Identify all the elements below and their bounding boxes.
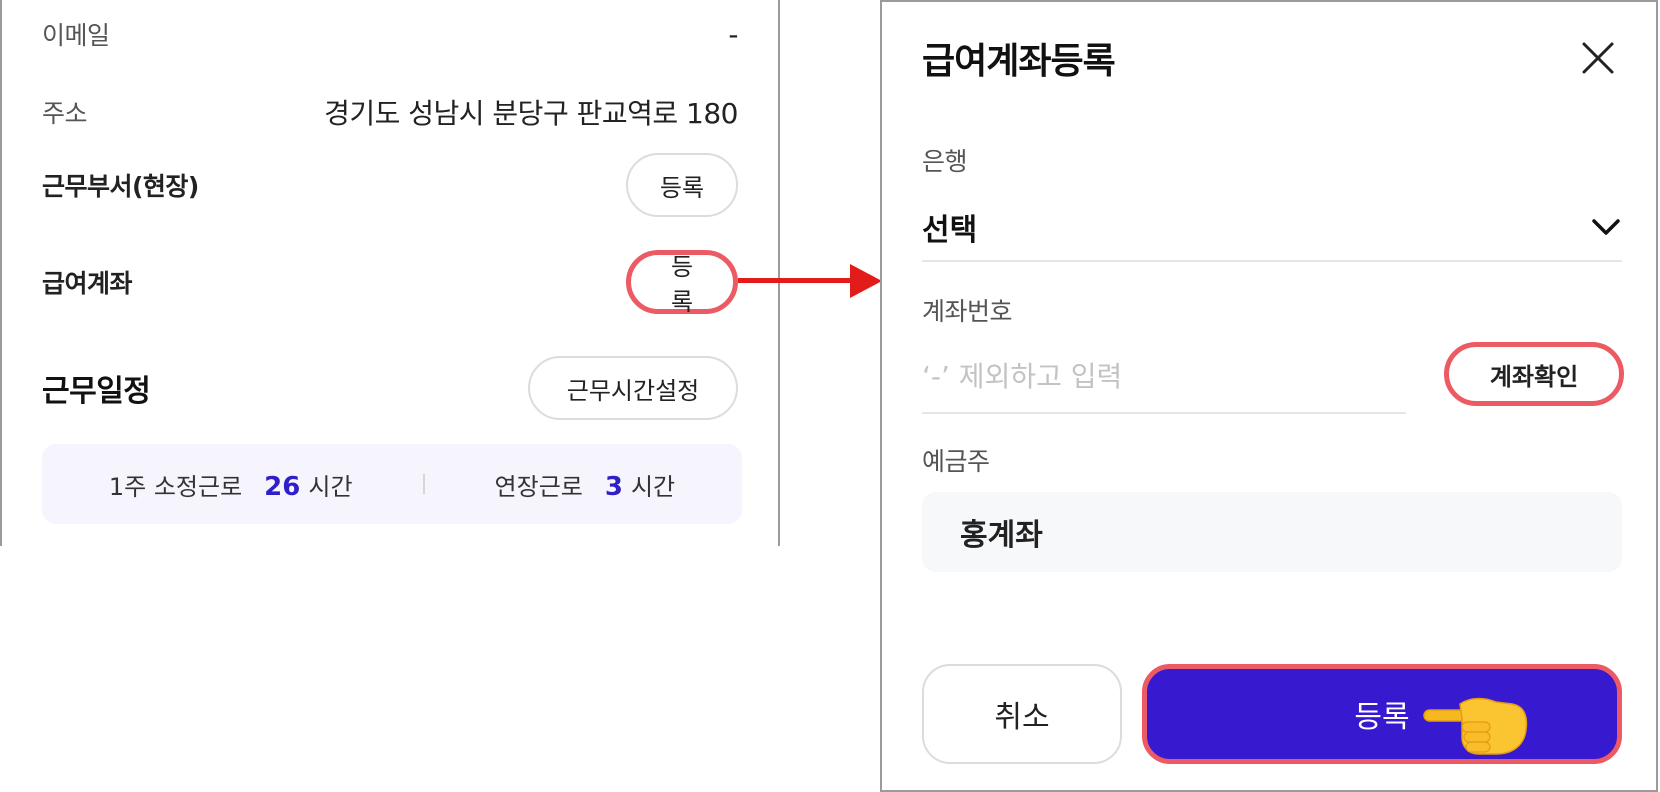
address-value: 경기도 성남시 분당구 판교역로 180 [324,97,738,130]
bank-label: 은행 [922,147,968,176]
cancel-button[interactable]: 취소 [922,664,1122,764]
account-number-input[interactable] [922,340,1406,414]
department-label: 근무부서(현장) [42,172,199,201]
modal-title: 급여계좌등록 [922,41,1116,82]
email-row: 이메일 - [42,14,738,54]
account-holder-field: 홍계좌 [922,492,1622,572]
arrow-head-icon [850,264,882,298]
department-register-button[interactable]: 등록 [626,153,738,217]
verify-account-button[interactable]: 계좌확인 [1444,342,1624,406]
bank-select[interactable]: 선택 [922,194,1622,262]
overtime-hours-label: 연장근로 [494,472,583,501]
regular-hours-value: 26 [264,471,301,502]
email-label: 이메일 [42,21,110,50]
salary-account-row: 급여계좌 등록 [42,250,738,316]
summary-divider [422,474,425,494]
salary-account-register-button[interactable]: 등록 [626,250,738,316]
address-row: 주소 경기도 성남시 분당구 판교역로 180 [42,90,738,134]
address-label: 주소 [42,99,88,128]
account-holder-label: 예금주 [922,447,990,476]
overtime-hours-unit: 시간 [630,472,676,501]
employee-info-panel: 이메일 - 주소 경기도 성남시 분당구 판교역로 180 근무부서(현장) 등… [0,0,780,546]
salary-account-label: 급여계좌 [42,269,133,298]
overtime-hours-item: 연장근로 3 시간 [495,467,676,502]
pointing-hand-icon [1423,697,1528,755]
regular-hours-item: 1주 소정근로 26 시간 [109,467,353,502]
account-number-label: 계좌번호 [922,297,1013,326]
arrow-right-icon [738,278,854,283]
schedule-title: 근무일정 [42,374,151,409]
chevron-down-icon [1592,219,1620,235]
schedule-row: 근무일정 근무시간설정 [42,356,738,420]
submit-register-button[interactable]: 등록 [1142,664,1622,764]
regular-hours-label: 1주 소정근로 [108,472,243,501]
regular-hours-unit: 시간 [308,472,353,501]
close-icon[interactable] [1580,40,1616,76]
account-holder-value: 홍계좌 [960,518,1043,553]
work-hours-setting-button[interactable]: 근무시간설정 [528,356,738,420]
salary-account-modal: 급여계좌등록 은행 선택 계좌번호 계좌확인 예금주 홍계좌 취소 등록 [880,0,1658,792]
overtime-hours-value: 3 [604,471,623,502]
department-row: 근무부서(현장) 등록 [42,153,738,217]
email-value: - [728,17,738,51]
bank-select-value: 선택 [922,213,978,248]
work-hours-summary: 1주 소정근로 26 시간 연장근로 3 시간 [42,444,742,524]
